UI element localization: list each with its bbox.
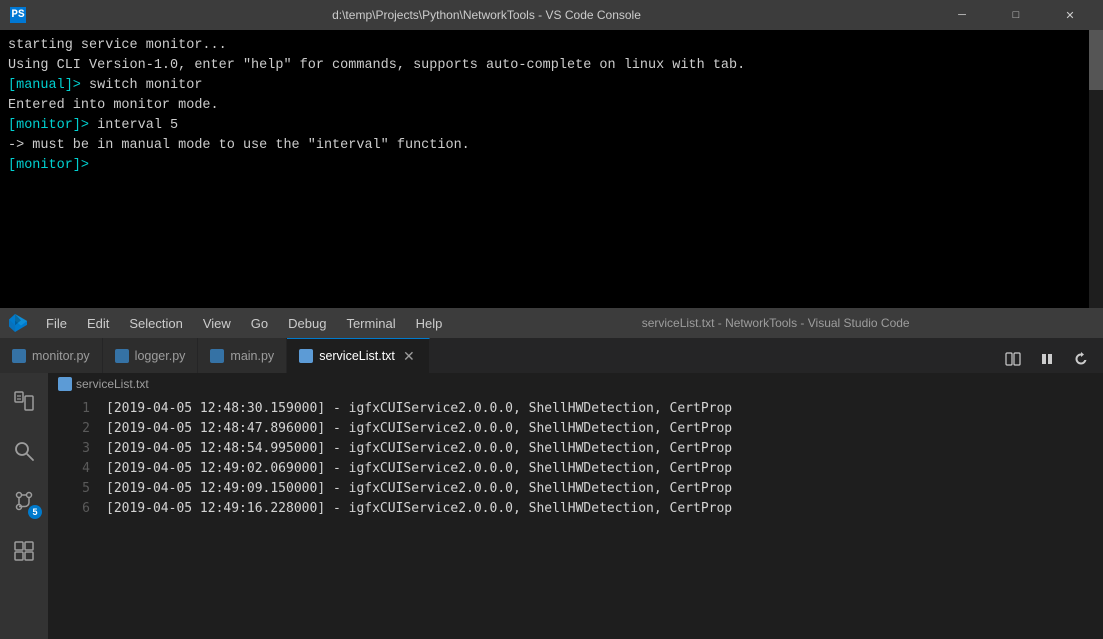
split-editor-button[interactable] — [999, 345, 1027, 373]
terminal-line-5: [monitor]> interval 5 — [8, 116, 1095, 136]
pause-button[interactable] — [1033, 345, 1061, 373]
search-icon — [13, 440, 35, 462]
menu-debug[interactable]: Debug — [278, 308, 336, 338]
menu-bar: File Edit Selection View Go Debug Termin… — [0, 308, 1103, 338]
minimize-button[interactable]: ─ — [939, 0, 985, 30]
terminal-line-6: -> must be in manual mode to use the "in… — [8, 136, 1095, 156]
source-control-badge: 5 — [28, 505, 42, 519]
line-num-1: 1 — [48, 399, 90, 419]
vscode-logo-svg — [9, 314, 27, 332]
sidebar-item-extensions[interactable] — [0, 527, 48, 575]
terminal-panel[interactable]: starting service monitor... Using CLI Ve… — [0, 30, 1103, 308]
servicelist-txt-icon — [299, 349, 313, 363]
monitor-py-icon — [12, 349, 26, 363]
menu-center-title: serviceList.txt - NetworkTools - Visual … — [452, 316, 1099, 330]
terminal-scrollbar[interactable] — [1089, 30, 1103, 308]
terminal-line-4: Entered into monitor mode. — [8, 96, 1095, 116]
tab-monitor-py-label: monitor.py — [32, 349, 90, 363]
menu-help[interactable]: Help — [406, 308, 453, 338]
terminal-line-7: [monitor]> — [8, 156, 1095, 176]
terminal-line-1: starting service monitor... — [8, 36, 1095, 56]
line-num-5: 5 — [48, 479, 90, 499]
line-num-4: 4 — [48, 459, 90, 479]
line-num-2: 2 — [48, 419, 90, 439]
terminal-scrollbar-thumb[interactable] — [1089, 30, 1103, 90]
editor-line-2: [2019-04-05 12:48:47.896000] - igfxCUISe… — [98, 419, 1103, 439]
refresh-icon — [1073, 351, 1089, 367]
main-area: 5 serviceList.txt 1 2 3 4 5 — [0, 373, 1103, 639]
tab-close-button[interactable]: ✕ — [401, 348, 417, 364]
tab-actions — [991, 345, 1103, 373]
tab-monitor-py[interactable]: monitor.py — [0, 338, 103, 373]
terminal-line-3: [manual]> switch monitor — [8, 76, 1095, 96]
tab-main-py-label: main.py — [230, 349, 274, 363]
restore-button[interactable]: □ — [993, 0, 1039, 30]
logger-py-icon — [115, 349, 129, 363]
editor: serviceList.txt 1 2 3 4 5 6 [2019-04-05 … — [48, 373, 1103, 639]
sidebar-item-search[interactable] — [0, 427, 48, 475]
breadcrumb-filename: serviceList.txt — [76, 377, 149, 391]
editor-text[interactable]: [2019-04-05 12:48:30.159000] - igfxCUISe… — [98, 395, 1103, 639]
menu-go[interactable]: Go — [241, 308, 278, 338]
tab-bar: monitor.py logger.py main.py serviceList… — [0, 338, 1103, 373]
close-button[interactable]: ✕ — [1047, 0, 1093, 30]
editor-line-1: [2019-04-05 12:48:30.159000] - igfxCUISe… — [98, 399, 1103, 419]
refresh-button[interactable] — [1067, 345, 1095, 373]
vscode-icon — [4, 308, 32, 338]
menu-selection[interactable]: Selection — [119, 308, 192, 338]
extensions-icon — [13, 540, 35, 562]
line-num-6: 6 — [48, 499, 90, 519]
sidebar-item-source-control[interactable]: 5 — [0, 477, 48, 525]
tab-servicelist-txt[interactable]: serviceList.txt ✕ — [287, 338, 430, 373]
editor-line-6: [2019-04-05 12:49:16.228000] - igfxCUISe… — [98, 499, 1103, 519]
tab-logger-py-label: logger.py — [135, 349, 186, 363]
pause-icon — [1039, 351, 1055, 367]
app-icon: PS — [10, 7, 26, 23]
main-py-icon — [210, 349, 224, 363]
menu-file[interactable]: File — [36, 308, 77, 338]
editor-line-3: [2019-04-05 12:48:54.995000] - igfxCUISe… — [98, 439, 1103, 459]
terminal-line-2: Using CLI Version-1.0, enter "help" for … — [8, 56, 1095, 76]
sidebar: 5 — [0, 373, 48, 639]
breadcrumb: serviceList.txt — [48, 373, 1103, 395]
sidebar-item-explorer[interactable] — [0, 377, 48, 425]
title-bar: PS d:\temp\Projects\Python\NetworkTools … — [0, 0, 1103, 30]
menu-edit[interactable]: Edit — [77, 308, 119, 338]
editor-content[interactable]: 1 2 3 4 5 6 [2019-04-05 12:48:30.159000]… — [48, 395, 1103, 639]
line-num-3: 3 — [48, 439, 90, 459]
editor-line-4: [2019-04-05 12:49:02.069000] - igfxCUISe… — [98, 459, 1103, 479]
menu-view[interactable]: View — [193, 308, 241, 338]
window-controls: ─ □ ✕ — [939, 0, 1093, 30]
tab-main-py[interactable]: main.py — [198, 338, 287, 373]
window-title: d:\temp\Projects\Python\NetworkTools - V… — [34, 8, 939, 22]
breadcrumb-file-icon — [58, 377, 72, 391]
editor-line-5: [2019-04-05 12:49:09.150000] - igfxCUISe… — [98, 479, 1103, 499]
line-numbers: 1 2 3 4 5 6 — [48, 395, 98, 639]
tab-servicelist-txt-label: serviceList.txt — [319, 349, 395, 363]
menu-terminal[interactable]: Terminal — [336, 308, 405, 338]
split-icon — [1005, 351, 1021, 367]
explorer-icon — [13, 390, 35, 412]
tab-logger-py[interactable]: logger.py — [103, 338, 199, 373]
